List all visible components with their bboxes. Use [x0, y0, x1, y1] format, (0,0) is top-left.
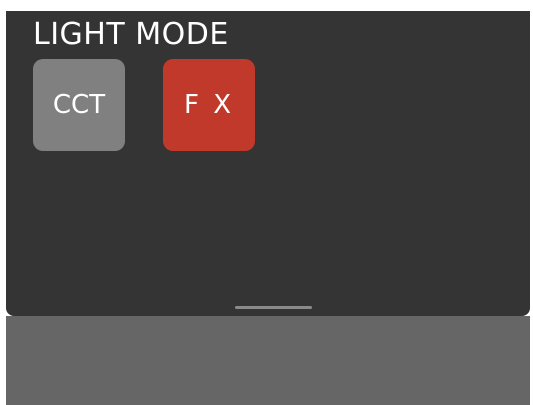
cct-mode-button[interactable]: CCT — [33, 59, 125, 151]
fx-mode-button[interactable]: F X — [163, 59, 255, 151]
cct-mode-label: CCT — [52, 90, 106, 120]
light-mode-panel: LIGHT MODE CCT F X — [6, 11, 530, 316]
fx-mode-label: F X — [183, 90, 235, 120]
screen: LIGHT MODE CCT F X — [0, 0, 533, 405]
panel-title: LIGHT MODE — [33, 17, 229, 52]
bottom-area — [6, 316, 530, 405]
drag-handle-icon[interactable] — [235, 306, 312, 309]
